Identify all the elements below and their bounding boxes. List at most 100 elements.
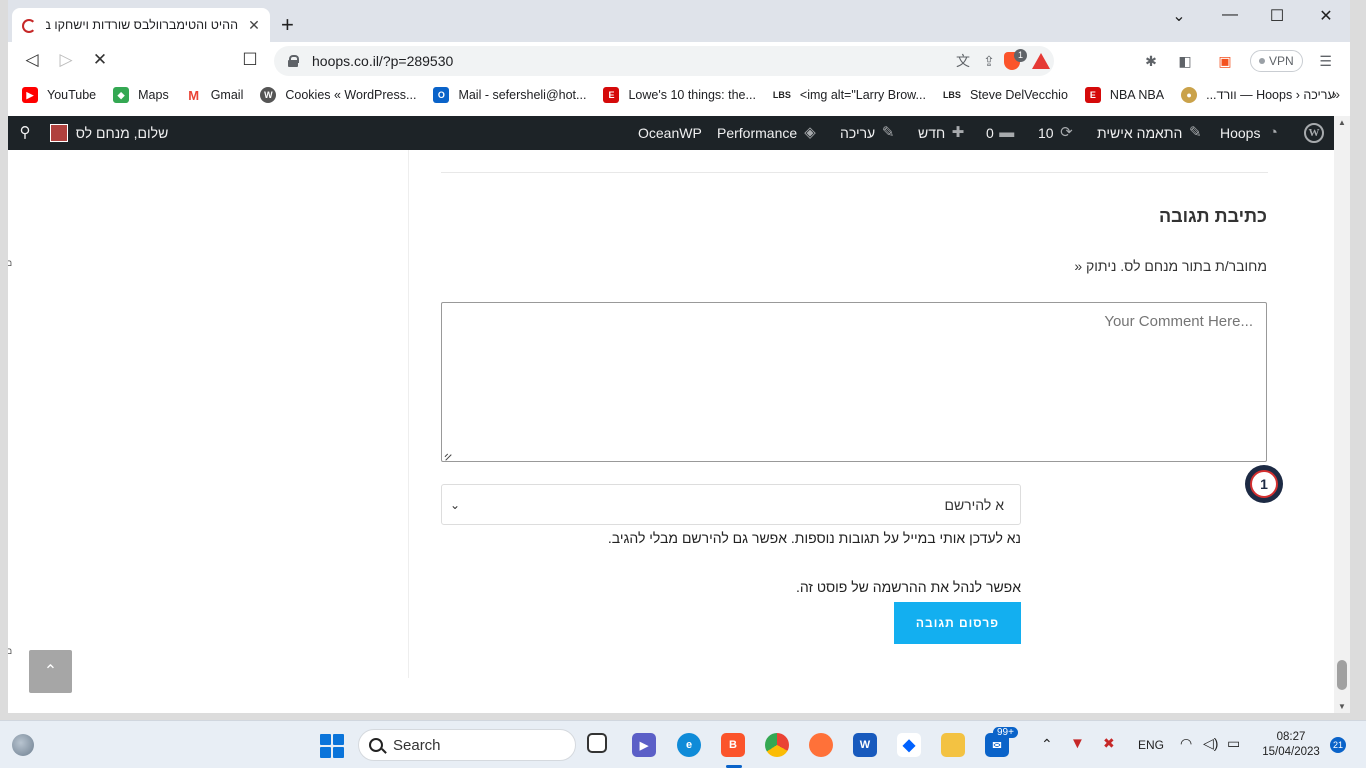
active-tab[interactable]: ההיט והטימברוולבס שורדות וישחקו בג ✕ (12, 8, 270, 42)
maximize-button[interactable]: ☐ (1266, 6, 1288, 26)
taskbar-search[interactable]: Search (358, 729, 576, 761)
comments-menu[interactable]: ▬ 0 (986, 116, 1016, 150)
grammar-check-badge[interactable]: 1 (1245, 465, 1283, 503)
chrome-icon[interactable] (765, 733, 789, 757)
notifications-badge[interactable]: 21 (1330, 737, 1346, 753)
site-name-menu[interactable]: ◔ Hoops (1220, 116, 1282, 150)
dropbox-icon[interactable]: ◆ (897, 733, 921, 757)
performance-menu[interactable]: ◈ Performance (717, 116, 819, 150)
reply-title: כתיבת תגובה (1158, 206, 1267, 226)
wp-logo-menu[interactable]: W (1304, 116, 1324, 150)
subscribe-select[interactable]: ⌄ א להירשם (441, 484, 1021, 525)
scroll-up-icon[interactable]: ▲ (1334, 118, 1350, 127)
edge-marker: ם (8, 646, 13, 656)
weather-icon[interactable] (12, 734, 34, 756)
clock[interactable]: 08:27 15/04/2023 (1256, 730, 1326, 760)
manage-subscription-text[interactable]: אפשר לנהל את ההרשמה של פוסט זה. (708, 579, 1021, 595)
comment-textarea[interactable] (441, 302, 1267, 462)
scroll-to-top-button[interactable]: ⌃ (29, 650, 72, 693)
account-menu[interactable]: שלום, מנחם לס (50, 116, 168, 150)
clock-date: 15/04/2023 (1262, 746, 1320, 758)
new-content-menu[interactable]: ✚ חדש (918, 116, 967, 150)
brush-icon: ✎ (1189, 124, 1202, 141)
bookmark-steve-delvecchio[interactable]: LBS Steve DelVecchio (942, 87, 1068, 103)
battery-icon[interactable]: ▭ (1227, 735, 1240, 752)
dropbox-sync-icon[interactable]: ✖ (1103, 735, 1115, 752)
outlook-icon: O (433, 87, 450, 103)
vpn-button[interactable]: VPN (1250, 50, 1303, 72)
updates-icon: ⟳ (1060, 124, 1073, 141)
start-button[interactable] (320, 734, 344, 758)
page-scrollbar[interactable]: ▲ ▼ (1334, 116, 1350, 713)
shields-count: 1 (1014, 49, 1027, 62)
mcafee-icon[interactable]: ▼ (1070, 735, 1085, 752)
tab-close-icon[interactable]: ✕ (246, 17, 262, 34)
url-text[interactable]: hoops.co.il/?p=289530 (312, 53, 950, 69)
customize-menu[interactable]: ✎ התאמה אישית (1097, 116, 1204, 150)
teams-icon[interactable]: ▶ (632, 733, 656, 757)
menu-icon[interactable]: ☰ (1313, 53, 1339, 70)
bookmark-larry-brown[interactable]: LBS <img alt="Larry Brow... (772, 87, 926, 103)
bookmark-wordpress-cookies[interactable]: W Cookies « WordPress... (260, 87, 416, 103)
admin-search-button[interactable]: ⚲ (16, 116, 34, 150)
tray-overflow-icon[interactable]: ⌃ (1041, 736, 1053, 753)
search-icon (369, 738, 383, 752)
oceanwp-menu[interactable]: OceanWP (638, 116, 702, 150)
minimize-button[interactable]: — (1219, 6, 1241, 24)
bookmark-nba[interactable]: E NBA NBA (1084, 87, 1164, 103)
stop-loading-button[interactable]: ✕ (88, 50, 112, 70)
lbs-icon: LBS (942, 87, 961, 103)
bookmarks-overflow-button[interactable]: » (1332, 86, 1340, 102)
tab-title: ההיט והטימברוולבס שורדות וישחקו בג (46, 18, 238, 32)
bookmark-gmail[interactable]: M Gmail (185, 87, 243, 103)
site-favicon-icon (20, 17, 36, 33)
brave-rewards-icon[interactable] (1032, 53, 1050, 69)
pencil-icon: ✎ (881, 124, 895, 141)
espn-icon: E (603, 87, 620, 103)
scroll-down-icon[interactable]: ▼ (1334, 702, 1350, 711)
espn-icon: E (1084, 87, 1101, 103)
firefox-icon[interactable] (809, 733, 833, 757)
edge-icon[interactable]: e (677, 733, 701, 757)
back-button[interactable]: ◁ (20, 50, 44, 70)
tab-strip: ההיט והטימברוולבס שורדות וישחקו בג ✕ + ⌄… (8, 0, 1350, 42)
forward-button[interactable]: ▷ (54, 50, 78, 70)
task-view-icon[interactable] (587, 733, 607, 753)
address-bar[interactable]: hoops.co.il/?p=289530 文 ⇪ 1 (274, 46, 1054, 76)
wallet-icon[interactable]: ▣ (1212, 53, 1238, 70)
brave-shields-icon[interactable]: 1 (1002, 49, 1028, 71)
search-icon: ⚲ (19, 124, 31, 141)
bookmark-hoops-edit[interactable]: ● עריכה ‹ Hoops — וורד... (1181, 87, 1335, 103)
taskbar: Search ▶ e B W ◆ ✉ 99+ ⌃ ▼ ✖ ENG ◠ ◁) ▭ … (0, 720, 1366, 768)
tab-search-chevron-icon[interactable]: ⌄ (1168, 6, 1190, 26)
edit-menu[interactable]: ✎ עריכה (840, 116, 897, 150)
wifi-icon[interactable]: ◠ (1180, 735, 1192, 752)
submit-comment-button[interactable]: פרסום תגובה (894, 602, 1021, 644)
new-tab-button[interactable]: + (281, 12, 294, 38)
brave-icon[interactable]: B (721, 733, 745, 757)
volume-icon[interactable]: ◁) (1203, 735, 1218, 752)
scrollbar-thumb[interactable] (1337, 660, 1347, 690)
sidebar-icon[interactable]: ◧ (1172, 53, 1198, 70)
browser-window: ההיט והטימברוולבס שורדות וישחקו בג ✕ + ⌄… (8, 0, 1350, 713)
sidebar-divider (408, 150, 409, 678)
close-window-button[interactable]: ✕ (1315, 6, 1337, 26)
lock-icon[interactable] (288, 55, 299, 67)
translate-icon[interactable]: 文 (950, 51, 976, 71)
language-indicator[interactable]: ENG (1138, 738, 1164, 752)
word-icon[interactable]: W (853, 733, 877, 757)
bookmark-lowes[interactable]: E Lowe's 10 things: the... (603, 87, 756, 103)
logged-in-as-text[interactable]: מחובר/ת בתור מנחם לס. ניתוק « (708, 258, 1267, 274)
file-explorer-icon[interactable] (941, 733, 965, 757)
share-icon[interactable]: ⇪ (976, 53, 1002, 70)
youtube-icon: ▶ (22, 87, 38, 103)
bookmark-youtube[interactable]: ▶ YouTube (22, 87, 96, 103)
page-content: ם ם כתיבת תגובה מחובר/ת בתור מנחם לס. ני… (8, 150, 1334, 713)
plus-icon: ✚ (951, 124, 965, 141)
vpn-label: VPN (1269, 54, 1294, 68)
bookmark-maps[interactable]: ◆ Maps (113, 87, 169, 103)
bookmark-icon[interactable]: ☐ (238, 50, 262, 70)
updates-menu[interactable]: ⟳ 10 (1038, 116, 1075, 150)
bookmark-outlook-mail[interactable]: O Mail - sefersheli@hot... (433, 87, 586, 103)
extensions-icon[interactable]: ✱ (1138, 53, 1164, 70)
